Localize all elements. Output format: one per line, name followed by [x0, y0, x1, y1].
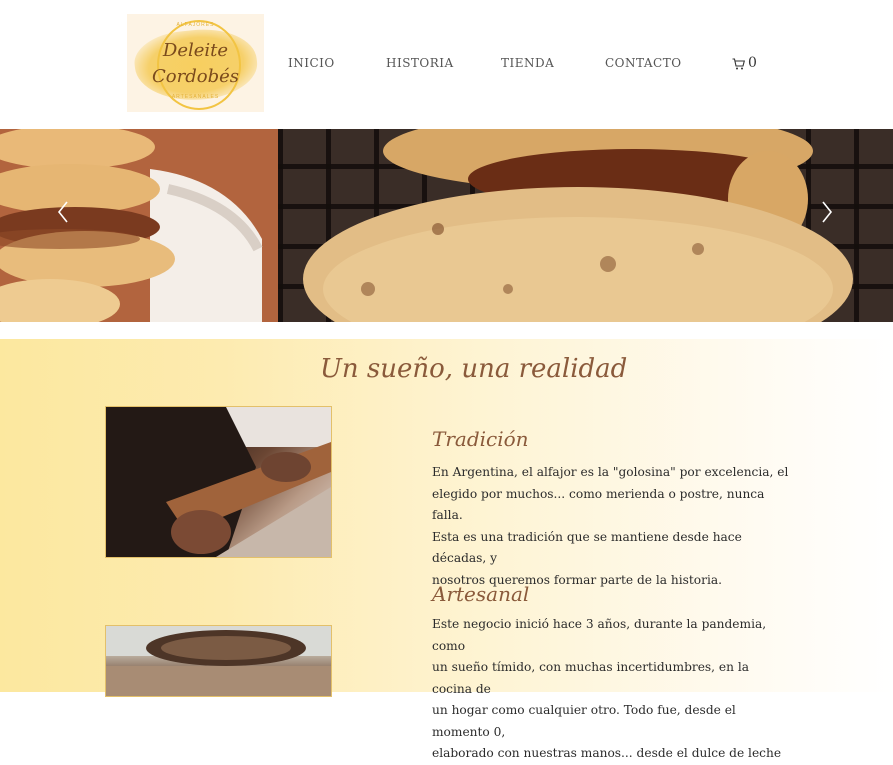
photo-sieve — [105, 625, 332, 697]
nav-item-historia[interactable]: HISTORIA — [386, 56, 454, 70]
brand-logo[interactable]: ALFAJORES Deleite Cordobés ARTESANALES — [127, 14, 264, 112]
logo-ring-text-bottom: ARTESANALES — [171, 94, 220, 100]
nav-item-contacto[interactable]: CONTACTO — [605, 56, 682, 70]
site-header: ALFAJORES Deleite Cordobés ARTESANALES I… — [0, 0, 893, 129]
hero-slider[interactable] — [0, 129, 893, 322]
paragraph-line: un hogar como cualquier otro. Todo fue, … — [432, 703, 736, 739]
section-divider — [0, 322, 893, 339]
section-title: Un sueño, una realidad — [320, 354, 628, 384]
slider-prev-button[interactable] — [56, 199, 70, 225]
shopping-cart-icon — [732, 58, 745, 70]
cart-count: 0 — [748, 55, 757, 71]
hero-image-alfajores — [0, 129, 278, 322]
logo-name-line1: Deleite — [162, 40, 229, 61]
paragraph-tradicion: En Argentina, el alfajor es la "golosina… — [432, 462, 792, 591]
about-section: Un sueño, una realidad Tradición En Arge… — [0, 339, 893, 760]
heading-artesanal: Artesanal — [432, 582, 530, 606]
nav-item-inicio[interactable]: INICIO — [288, 56, 335, 70]
hero-image-cookies — [278, 129, 893, 322]
chevron-right-icon — [822, 201, 833, 223]
logo-name-line2: Cordobés — [152, 66, 239, 87]
photo-rolling-dough — [105, 406, 332, 558]
logo-ring-text-top: ALFAJORES — [176, 22, 215, 28]
nav-item-tienda[interactable]: TIENDA — [501, 56, 554, 70]
paragraph-artesanal: Este negocio inició hace 3 años, durante… — [432, 614, 792, 765]
chevron-left-icon — [57, 201, 68, 223]
paragraph-line: elaborado con nuestras manos... desde el… — [432, 746, 782, 760]
paragraph-line: un sueño tímido, con muchas incertidumbr… — [432, 660, 750, 696]
paragraph-line: En Argentina, el alfajor es la "golosina… — [432, 465, 789, 479]
slider-next-button[interactable] — [820, 199, 834, 225]
paragraph-line: Este negocio inició hace 3 años, durante… — [432, 617, 767, 653]
paragraph-line: elegido por muchos... como merienda o po… — [432, 486, 765, 523]
heading-tradicion: Tradición — [432, 427, 529, 451]
paragraph-line: Esta es una tradición que se mantiene de… — [432, 529, 742, 566]
